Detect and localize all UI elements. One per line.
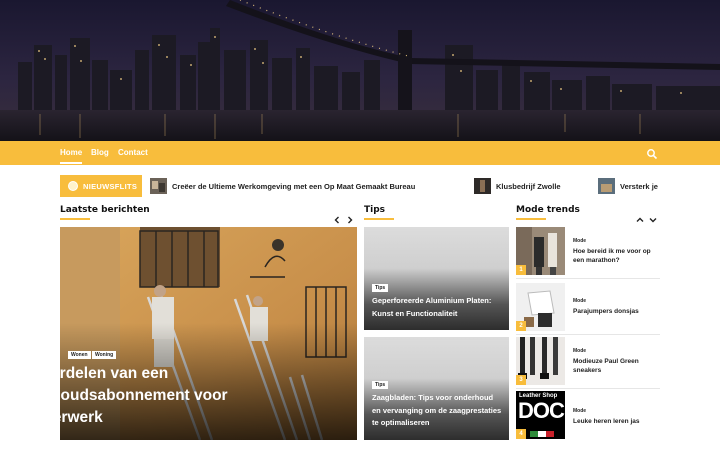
nav-home[interactable]: Home xyxy=(60,148,83,164)
post-tag[interactable]: Woning xyxy=(92,351,117,359)
trend-rank: 2 xyxy=(516,321,526,331)
ticker-thumbnail xyxy=(150,178,167,194)
trend-title[interactable]: Modieuze Paul Green sneakers xyxy=(573,357,661,375)
nav-contact[interactable]: Contact xyxy=(118,148,148,157)
flag-white xyxy=(538,431,546,437)
search-icon[interactable] xyxy=(646,147,658,160)
trend-category[interactable]: Mode xyxy=(573,408,586,414)
logo-text: DOCI xyxy=(518,398,565,423)
latest-underline xyxy=(60,218,90,220)
trend-title[interactable]: Hoe bereid ik me voor op een marathon? xyxy=(573,247,661,265)
chevron-left-icon[interactable] xyxy=(332,212,342,224)
ticker-item-title[interactable]: Versterk je xyxy=(620,182,658,191)
trend-rank: 1 xyxy=(516,265,526,275)
trend-item[interactable]: 2 Mode Parajumpers donsjas xyxy=(516,283,661,335)
trends-heading: Mode trends xyxy=(516,205,580,215)
trend-category[interactable]: Mode xyxy=(573,238,586,244)
trend-category[interactable]: Mode xyxy=(573,348,586,354)
ticker-badge: NIEUWSFLITS xyxy=(60,175,142,197)
post-tag[interactable]: Tips xyxy=(372,284,389,292)
hero-banner xyxy=(0,0,720,141)
ticker-item-title[interactable]: Creëer de Ultieme Werkomgeving met een O… xyxy=(172,182,415,191)
tip-post[interactable]: Tips Geperforeerde Aluminium Platen: Kun… xyxy=(364,227,509,330)
ticker-item[interactable]: Klusbedrijf Zwolle xyxy=(474,177,584,195)
city-skyline-image xyxy=(0,0,720,141)
trend-category[interactable]: Mode xyxy=(573,298,586,304)
flag-red xyxy=(546,431,554,437)
trend-item[interactable]: 3 Mode Modieuze Paul Green sneakers xyxy=(516,337,661,389)
flag-green xyxy=(530,431,538,437)
tips-heading: Tips xyxy=(364,205,386,215)
trend-rank: 3 xyxy=(516,375,526,385)
trend-rank: 4 xyxy=(516,429,526,439)
ticker-thumbnail xyxy=(474,178,491,194)
post-tag[interactable]: Tips xyxy=(372,381,389,389)
main-navbar: Home Blog Contact xyxy=(0,141,720,165)
ticker-item-title[interactable]: Klusbedrijf Zwolle xyxy=(496,182,561,191)
ticker-item[interactable]: Versterk je xyxy=(598,177,660,195)
trends-underline xyxy=(516,218,546,220)
tips-underline xyxy=(364,218,394,220)
trend-item[interactable]: 1 Mode Hoe bereid ik me voor op een mara… xyxy=(516,227,661,279)
divider xyxy=(516,278,660,279)
chevron-up-icon[interactable] xyxy=(635,212,645,222)
trend-title[interactable]: Parajumpers donsjas xyxy=(573,307,661,316)
tip-post[interactable]: Tips Zaagbladen: Tips voor onderhoud en … xyxy=(364,337,509,440)
trend-item[interactable]: Leather Shop DOCI 4 Mode Leuke heren ler… xyxy=(516,391,660,441)
tip-post-title[interactable]: Zaagbladen: Tips voor onderhoud en verva… xyxy=(372,392,502,430)
ticker-item[interactable]: Creëer de Ultieme Werkomgeving met een O… xyxy=(150,177,450,195)
divider xyxy=(516,388,660,389)
nav-blog[interactable]: Blog xyxy=(91,148,109,157)
post-tag[interactable]: Wonen xyxy=(68,351,91,359)
latest-heading: Laatste berichten xyxy=(60,205,150,215)
trend-title[interactable]: Leuke heren leren jas xyxy=(573,417,661,426)
featured-post-title[interactable]: De voordelen van een onderhoudsabonnemen… xyxy=(8,363,288,429)
divider xyxy=(516,334,660,335)
chevron-right-icon[interactable] xyxy=(345,212,355,224)
ticker-badge-label: NIEUWSFLITS xyxy=(83,182,138,191)
flash-icon xyxy=(68,181,78,191)
ticker-thumbnail xyxy=(598,178,615,194)
news-ticker: NIEUWSFLITS Creëer de Ultieme Werkomgevi… xyxy=(60,175,660,197)
tip-post-title[interactable]: Geperforeerde Aluminium Platen: Kunst en… xyxy=(372,295,502,320)
chevron-down-icon[interactable] xyxy=(648,212,658,223)
